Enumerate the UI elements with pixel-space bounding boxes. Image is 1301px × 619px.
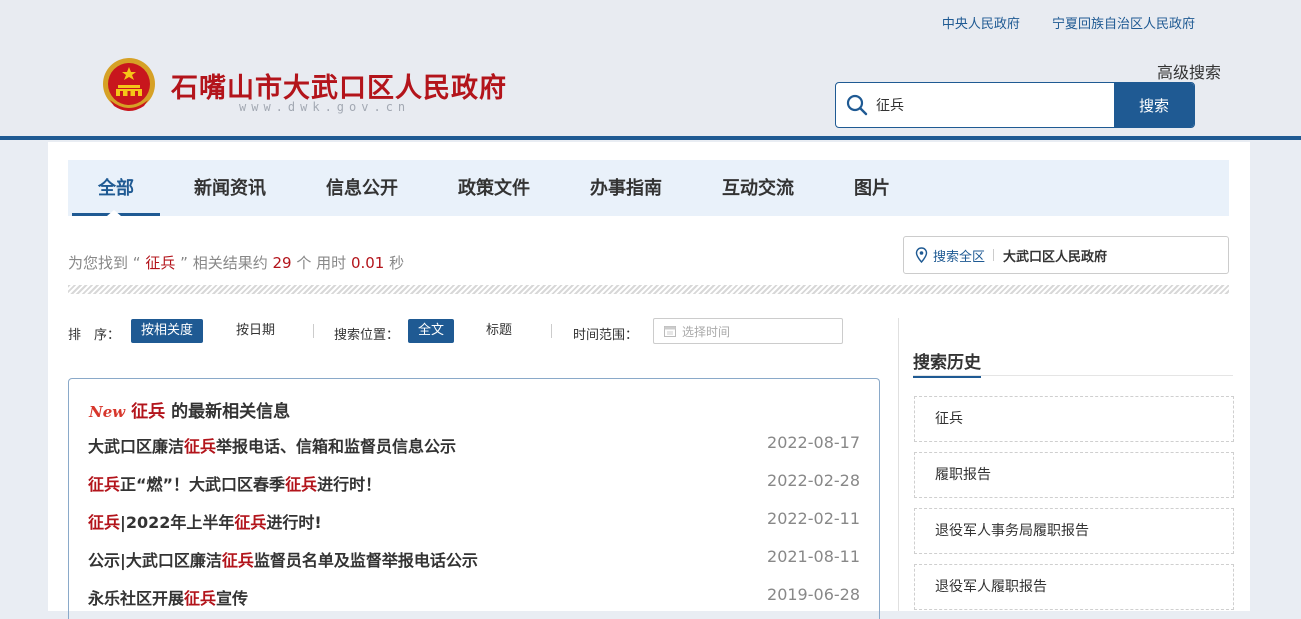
news-item[interactable]: 大武口区廉洁征兵举报电话、信箱和监督员信息公示 2022-08-17	[88, 433, 860, 457]
news-date: 2022-02-28	[767, 471, 860, 490]
history-item[interactable]: 征兵	[914, 396, 1234, 442]
news-title-text: 举报电话、信箱和监督员信息公示	[216, 437, 457, 456]
tab-images[interactable]: 图片	[850, 160, 894, 216]
history-item-label: 退役军人履职报告	[935, 579, 1047, 595]
news-title[interactable]: 大武口区廉洁征兵举报电话、信箱和监督员信息公示	[88, 433, 456, 457]
history-item-label: 退役军人事务局履职报告	[935, 523, 1089, 539]
result-count: 29	[272, 254, 292, 272]
news-title-keyword: 征兵	[184, 589, 217, 608]
latest-keyword: 征兵	[131, 402, 166, 422]
position-label: 搜索位置：	[334, 328, 400, 343]
history-item[interactable]: 履职报告	[914, 452, 1234, 498]
summary-open-quote: “	[132, 254, 141, 272]
news-item[interactable]: 征兵|2022年上半年征兵进行时! 2022-02-11	[88, 509, 860, 533]
news-title[interactable]: 征兵正“燃”！大武口区春季征兵进行时！	[88, 471, 381, 495]
tab-news[interactable]: 新闻资讯	[190, 160, 270, 216]
news-title-keyword: 征兵	[285, 475, 318, 494]
history-divider	[913, 375, 1233, 376]
position-fulltext[interactable]: 全文	[408, 319, 455, 343]
search-button[interactable]: 搜索	[1114, 83, 1194, 127]
result-summary: 为您找到 “ 征兵 ” 相关结果约 29 个 用时 0.01 秒	[68, 252, 404, 273]
news-title-keyword: 征兵	[184, 437, 217, 456]
site-header: 中央人民政府 宁夏回族自治区人民政府 石嘴山市大武口区人民政府 www.dwk.…	[0, 0, 1301, 136]
summary-unit: 个 用时	[296, 254, 347, 272]
latest-heading-suffix: 的最新相关信息	[171, 402, 291, 422]
news-title-keyword: 征兵	[221, 551, 254, 570]
search-box: 搜索	[835, 82, 1195, 128]
position-title[interactable]: 标题	[476, 319, 522, 343]
time-range-placeholder: 选择时间	[682, 324, 731, 339]
column-divider	[898, 318, 899, 611]
history-item-label: 征兵	[935, 411, 963, 427]
tab-policy-documents[interactable]: 政策文件	[454, 160, 534, 216]
news-item[interactable]: 永乐社区开展征兵宣传 2019-06-28	[88, 585, 860, 609]
search-history-title: 搜索历史	[913, 348, 981, 378]
link-ningxia-government[interactable]: 宁夏回族自治区人民政府	[1052, 17, 1195, 32]
time-range-label: 时间范围：	[573, 328, 639, 343]
history-item[interactable]: 退役军人履职报告	[914, 564, 1234, 610]
news-title-text: |2022年上半年	[120, 513, 235, 532]
filter-bar: 排 序： 按相关度 按日期 搜索位置： 全文 标题 时间范围： 选择时间	[68, 318, 868, 346]
search-time: 0.01	[350, 254, 385, 272]
news-title-text: 宣传	[216, 589, 249, 608]
link-central-government[interactable]: 中央人民政府	[942, 17, 1020, 32]
advanced-search-link[interactable]: 高级搜索	[1157, 59, 1221, 83]
news-title-text: 进行时！	[317, 475, 382, 494]
site-domain: www.dwk.gov.cn	[239, 100, 411, 114]
category-tabs: 全部 新闻资讯 信息公开 政策文件 办事指南 互动交流 图片	[68, 160, 1229, 216]
header-divider	[0, 136, 1301, 140]
new-badge: New	[89, 403, 126, 421]
history-item[interactable]: 退役军人事务局履职报告	[914, 508, 1234, 554]
news-date: 2019-06-28	[767, 585, 860, 604]
news-title-text: 永乐社区开展	[88, 589, 185, 608]
search-icon	[846, 94, 868, 116]
news-date: 2021-08-11	[767, 547, 860, 566]
scope-current-site[interactable]: 大武口区人民政府	[1003, 246, 1107, 265]
summary-keyword: 征兵	[145, 254, 176, 272]
top-links: 中央人民政府 宁夏回族自治区人民政府	[914, 13, 1195, 32]
national-emblem-icon	[103, 58, 155, 111]
sort-by-relevance[interactable]: 按相关度	[131, 319, 204, 343]
news-item[interactable]: 公示|大武口区廉洁征兵监督员名单及监督举报电话公示 2021-08-11	[88, 547, 860, 571]
news-title-text: 正“燃”！大武口区春季	[120, 475, 286, 494]
calendar-icon	[664, 326, 676, 337]
sort-label: 排 序：	[68, 328, 121, 343]
news-title[interactable]: 公示|大武口区廉洁征兵监督员名单及监督举报电话公示	[88, 547, 478, 571]
filter-separator	[313, 324, 314, 338]
filter-separator	[551, 324, 552, 338]
scope-separator	[993, 249, 995, 261]
news-title-text: 监督员名单及监督举报电话公示	[253, 551, 478, 570]
latest-heading: New 征兵 的最新相关信息	[89, 397, 290, 422]
history-item-label: 履职报告	[935, 467, 991, 483]
summary-prefix: 为您找到	[68, 254, 129, 272]
search-scope: 搜索全区 大武口区人民政府	[903, 236, 1229, 274]
news-item[interactable]: 征兵正“燃”！大武口区春季征兵进行时！ 2022-02-28	[88, 471, 860, 495]
tab-info-disclosure[interactable]: 信息公开	[322, 160, 402, 216]
news-title-text: 进行时!	[266, 513, 322, 532]
news-title-keyword: 征兵	[234, 513, 267, 532]
decorative-stripe	[68, 285, 1229, 294]
search-input[interactable]	[876, 83, 1106, 127]
news-title-keyword: 征兵	[88, 513, 121, 532]
tab-service-guide[interactable]: 办事指南	[586, 160, 666, 216]
time-range-picker[interactable]: 选择时间	[653, 318, 843, 344]
news-title[interactable]: 永乐社区开展征兵宣传	[88, 585, 248, 609]
tab-interaction[interactable]: 互动交流	[718, 160, 798, 216]
summary-mid: 相关结果约	[192, 254, 268, 272]
summary-close-quote: ”	[180, 254, 188, 272]
scope-all-district[interactable]: 搜索全区	[933, 246, 985, 265]
summary-time-unit: 秒	[389, 254, 405, 272]
latest-info-box: New 征兵 的最新相关信息 大武口区廉洁征兵举报电话、信箱和监督员信息公示 202…	[68, 378, 880, 619]
active-tab-indicator	[107, 210, 121, 216]
location-pin-icon	[915, 247, 928, 263]
news-title-keyword: 征兵	[88, 475, 121, 494]
tab-all[interactable]: 全部	[72, 160, 160, 216]
results-panel: 全部 新闻资讯 信息公开 政策文件 办事指南 互动交流 图片 为您找到 “ 征兵…	[48, 142, 1250, 619]
news-title[interactable]: 征兵|2022年上半年征兵进行时!	[88, 509, 322, 533]
news-date: 2022-08-17	[767, 433, 860, 452]
sort-by-date[interactable]: 按日期	[226, 319, 285, 343]
news-date: 2022-02-11	[767, 509, 860, 528]
news-title-text: 公示|大武口区廉洁	[88, 551, 222, 570]
news-title-text: 大武口区廉洁	[88, 437, 185, 456]
